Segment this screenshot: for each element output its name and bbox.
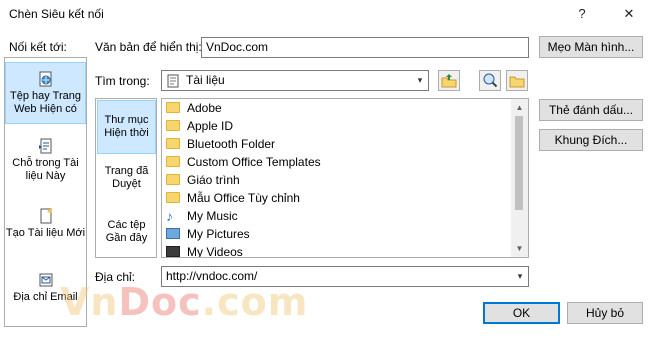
ok-button[interactable]: OK: [483, 302, 560, 324]
file-name: My Videos: [187, 245, 243, 258]
browse-file-button[interactable]: [506, 70, 528, 91]
link-to-place-in-document[interactable]: Chỗ trong Tài liệu Này: [5, 138, 86, 188]
link-to-place-label: Chỗ trong Tài liệu Này: [12, 157, 79, 182]
folder-icon: [166, 120, 180, 131]
folder-icon: [166, 174, 180, 185]
pictures-icon: [166, 228, 180, 239]
file-name: Adobe: [187, 101, 222, 115]
link-to-new-document-label: Tạo Tài liệu Mới: [5, 227, 86, 239]
cancel-button[interactable]: Hủy bỏ: [567, 302, 643, 324]
file-name: My Pictures: [187, 227, 250, 241]
chevron-down-icon[interactable]: ▾: [411, 71, 428, 90]
link-to-existing-file[interactable]: Tệp hay Trang Web Hiện có: [5, 62, 86, 124]
text-to-display-input[interactable]: VnDoc.com: [201, 37, 529, 58]
recent-files-tab[interactable]: Các tệp Gần đây: [97, 219, 156, 253]
bookmark-button[interactable]: Thẻ đánh dấu...: [539, 99, 643, 121]
folder-icon: [166, 102, 180, 113]
videos-icon: [166, 246, 180, 257]
look-in-panel: Thư mục Hiện thời Trang đã Duyệt Các tệp…: [95, 98, 157, 258]
music-icon: ♪: [166, 208, 173, 224]
open-folder-icon: [509, 76, 525, 88]
browse-web-button[interactable]: [479, 70, 501, 91]
browsed-pages-tab[interactable]: Trang đã Duyệt: [97, 165, 156, 199]
screen-tip-button[interactable]: Mẹo Màn hình...: [539, 36, 643, 58]
file-list: Adobe Apple ID Bluetooth Folder Custom O…: [161, 98, 529, 258]
globe-page-icon: [39, 71, 51, 87]
email-icon: [39, 273, 52, 287]
scroll-down-icon[interactable]: ▼: [511, 240, 528, 257]
file-name: My Music: [187, 209, 238, 223]
list-item[interactable]: Mẫu Office Tùy chỉnh: [166, 189, 300, 207]
folder-icon: [166, 156, 180, 167]
window-title: Chèn Siêu kết nối: [9, 7, 104, 21]
file-name: Mẫu Office Tùy chỉnh: [187, 191, 300, 205]
link-to-label: Nối kết tới:: [9, 40, 67, 54]
title-bar: Chèn Siêu kết nối ? ✕: [0, 0, 653, 30]
list-item[interactable]: My Pictures: [166, 225, 250, 243]
up-one-folder-button[interactable]: [438, 70, 460, 91]
scroll-thumb[interactable]: [515, 116, 523, 210]
document-icon: [167, 74, 179, 88]
list-item[interactable]: Adobe: [166, 99, 222, 117]
folder-icon: [166, 138, 180, 149]
current-folder-tab[interactable]: Thư mục Hiện thời: [97, 100, 156, 154]
text-to-display-label: Văn bản để hiển thị:: [95, 40, 202, 54]
scroll-up-icon[interactable]: ▲: [511, 99, 528, 116]
file-name: Giáo trình: [187, 173, 240, 187]
look-in-value: Tài liệu: [186, 73, 225, 87]
folder-up-icon: [441, 74, 457, 88]
file-name: Apple ID: [187, 119, 234, 133]
new-document-icon: [40, 208, 52, 224]
list-item[interactable]: My Videos: [166, 243, 243, 258]
target-frame-button[interactable]: Khung Đích...: [539, 129, 643, 151]
watermark-logo: VnDoc.com: [60, 280, 309, 324]
list-item[interactable]: Apple ID: [166, 117, 233, 135]
list-item[interactable]: ♪ My Music: [166, 207, 238, 225]
document-place-icon: [38, 138, 51, 154]
close-button[interactable]: ✕: [616, 2, 642, 26]
file-name: Bluetooth Folder: [187, 137, 276, 151]
help-button[interactable]: ?: [569, 2, 595, 26]
folder-icon: [166, 192, 180, 203]
browse-web-icon: [483, 73, 498, 88]
list-item[interactable]: Giáo trình: [166, 171, 240, 189]
look-in-select[interactable]: Tài liệu ▾: [161, 70, 429, 91]
link-to-existing-file-label: Tệp hay Trang Web Hiện có: [10, 90, 81, 115]
file-list-scrollbar[interactable]: ▲ ▼: [511, 99, 528, 257]
list-item[interactable]: Custom Office Templates: [166, 153, 321, 171]
chevron-down-icon[interactable]: ▾: [511, 267, 528, 286]
list-item[interactable]: Bluetooth Folder: [166, 135, 275, 153]
file-name: Custom Office Templates: [187, 155, 321, 169]
look-in-label: Tìm trong:: [95, 74, 150, 88]
link-to-new-document[interactable]: Tạo Tài liệu Mới: [5, 208, 86, 248]
